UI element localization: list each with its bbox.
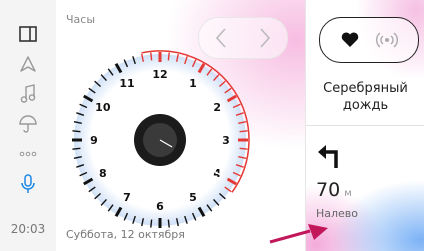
status-time: 20:03 [10, 222, 46, 236]
heart-icon[interactable] [340, 30, 360, 50]
minute-tick [167, 219, 170, 228]
analog-clock[interactable]: 121234567891011 [60, 40, 260, 240]
distance: 70 м [316, 179, 352, 201]
date-label: Суббота, 12 октября [66, 228, 185, 241]
distance-unit: м [344, 188, 352, 199]
distance-value: 70 [316, 179, 341, 201]
more-dots-icon[interactable] [12, 138, 44, 170]
music-widget[interactable]: Серебряный дождь [306, 0, 424, 126]
turn-instruction: Налево [316, 207, 359, 220]
minute-tick [72, 147, 81, 150]
radio-waves-icon[interactable] [375, 29, 399, 51]
app-title: Часы [66, 13, 96, 26]
hour-number: 3 [222, 134, 230, 147]
microphone-icon[interactable] [12, 168, 44, 200]
minute-tick [167, 52, 170, 61]
minute-tick [239, 130, 248, 133]
umbrella-icon[interactable] [12, 108, 44, 140]
minute-tick [150, 52, 153, 61]
hour-number: 2 [213, 101, 221, 114]
music-controls [319, 17, 419, 63]
annotation-arrow [269, 224, 328, 244]
navigation-arrow-icon[interactable] [12, 48, 44, 80]
panel-layout-icon[interactable] [12, 18, 44, 50]
hour-number: 5 [189, 191, 197, 204]
right-panel: Серебряный дождь 70 м Налево [305, 0, 424, 251]
sidebar: 20:03 [0, 0, 57, 251]
clock-app: Часы 121234567891011 Суббота, 12 октября [56, 0, 305, 251]
hour-number: 11 [119, 77, 134, 90]
minute-tick [72, 130, 81, 133]
music-note-icon[interactable] [12, 78, 44, 110]
hour-number: 9 [90, 134, 98, 147]
turn-left-icon [316, 140, 346, 170]
song-title: Серебряный дождь [323, 81, 408, 113]
hour-number: 7 [123, 191, 131, 204]
hour-number: 8 [99, 167, 107, 180]
hour-number: 10 [95, 101, 111, 114]
hour-number: 1 [189, 77, 197, 90]
hour-number: 12 [152, 68, 167, 81]
hour-number: 6 [156, 200, 164, 213]
minute-tick [150, 219, 153, 228]
minute-tick [239, 147, 248, 150]
